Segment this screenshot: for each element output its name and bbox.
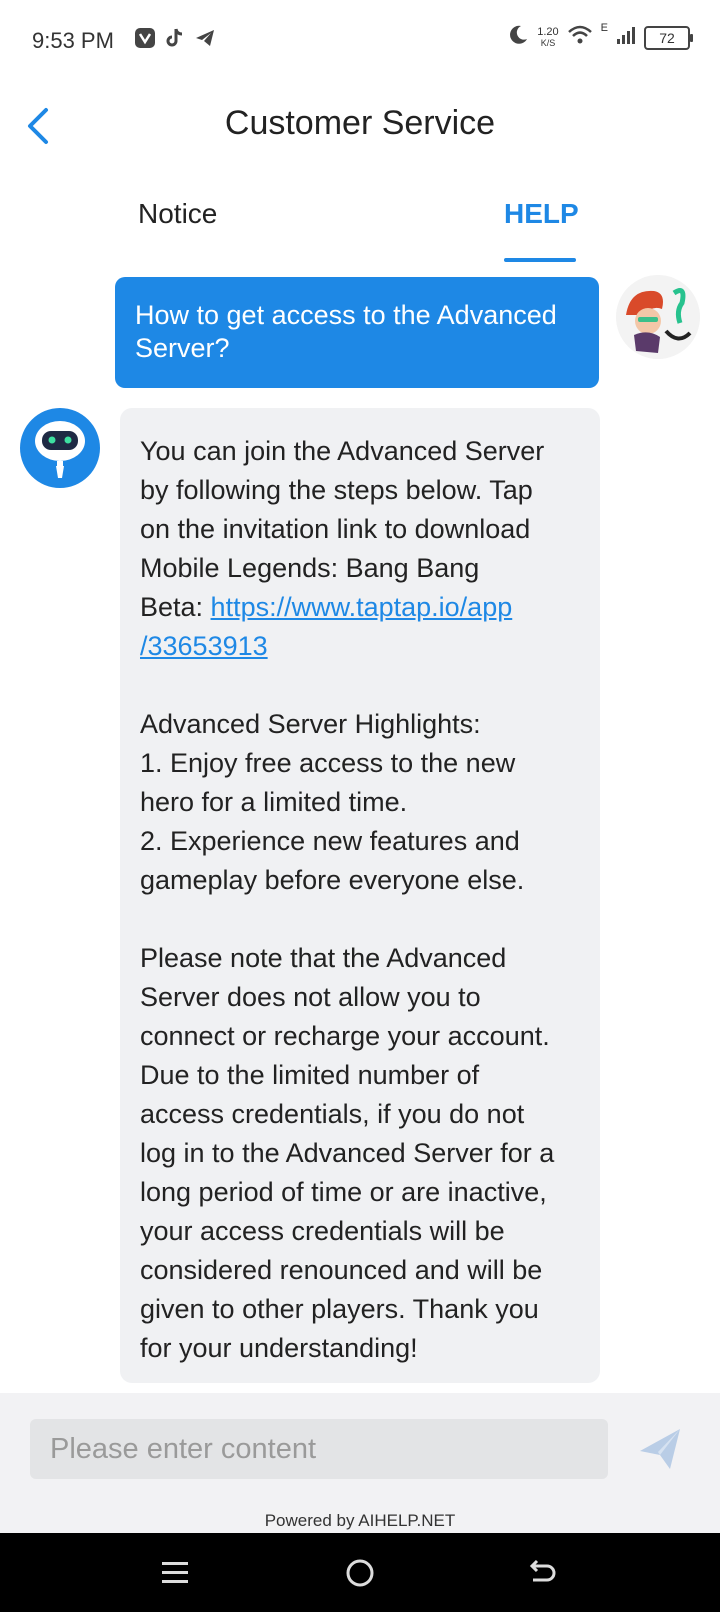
powered-by: Powered by AIHELP.NET xyxy=(264,1511,456,1530)
system-nav-bar xyxy=(0,1533,720,1612)
tiktok-icon xyxy=(164,27,186,49)
page-title: Customer Service xyxy=(224,104,496,142)
bot-text-line: by following the steps below. Tap xyxy=(140,475,533,505)
nav-back-button[interactable] xyxy=(524,1555,560,1591)
bot-text-line: connect or recharge your account. xyxy=(140,1021,550,1051)
home-icon xyxy=(346,1559,374,1587)
notification-icons xyxy=(134,27,216,49)
bot-text-line: Please note that the Advanced xyxy=(140,943,507,973)
signal-icon xyxy=(616,25,636,50)
bot-text-line: 2. Experience new features and xyxy=(140,826,520,856)
bot-text-line: Mobile Legends: Bang Bang xyxy=(140,553,480,583)
tab-notice[interactable]: Notice xyxy=(138,198,217,230)
invitation-link[interactable]: https://www.taptap.io/app xyxy=(211,592,513,622)
user-avatar xyxy=(616,275,700,359)
user-message-bubble: How to get access to the Advanced Server… xyxy=(115,277,599,388)
bot-text-line: long period of time or are inactive, xyxy=(140,1177,547,1207)
battery-indicator: 72 xyxy=(644,25,693,50)
link-prefix: Beta: xyxy=(140,592,211,622)
bot-text-line: access credentials, if you do not xyxy=(140,1099,525,1129)
bot-text-line: Due to the limited number of xyxy=(140,1060,480,1090)
telegram-icon xyxy=(194,27,216,49)
bot-text-line: given to other players. Thank you xyxy=(140,1294,539,1324)
bot-text-line: Server does not allow you to xyxy=(140,982,481,1012)
bot-text-line: hero for a limited time. xyxy=(140,787,408,817)
bot-text-line: gameplay before everyone else. xyxy=(140,865,525,895)
bot-message-bubble: You can join the Advanced Server by foll… xyxy=(120,408,600,1383)
bot-text-line: for your understanding! xyxy=(140,1333,418,1363)
status-bar: 9:53 PM 1.20 K/S E 72 xyxy=(0,0,720,82)
network-type: E xyxy=(600,22,608,34)
bot-text-line: 1. Enjoy free access to the new xyxy=(140,748,516,778)
menu-button[interactable] xyxy=(157,1555,193,1591)
highlights-title: Advanced Server Highlights: xyxy=(140,709,481,739)
active-tab-indicator xyxy=(504,258,576,262)
bot-avatar xyxy=(20,408,100,488)
bot-link-line: Beta: https://www.taptap.io/app xyxy=(140,588,580,627)
status-time: 9:53 PM xyxy=(32,28,114,53)
bot-link-line: /33653913 xyxy=(140,627,580,666)
messenger-icon xyxy=(134,27,156,49)
wifi-icon xyxy=(567,24,593,51)
send-button[interactable] xyxy=(636,1425,684,1473)
home-button[interactable] xyxy=(342,1555,378,1591)
network-speed: 1.20 K/S xyxy=(537,25,559,48)
bot-text-line: considered renounced and will be xyxy=(140,1255,543,1285)
bot-text-line: on the invitation link to download xyxy=(140,514,531,544)
status-right: 1.20 K/S E 72 xyxy=(507,22,693,51)
moon-icon xyxy=(507,24,529,51)
message-input[interactable] xyxy=(30,1419,608,1479)
back-arrow-icon xyxy=(529,1559,556,1582)
send-icon xyxy=(640,1429,680,1469)
invitation-link-continued[interactable]: /33653913 xyxy=(140,631,268,661)
tab-help[interactable]: HELP xyxy=(504,198,579,230)
bot-text-line: You can join the Advanced Server xyxy=(140,436,545,466)
input-area: Powered by AIHELP.NET xyxy=(0,1393,720,1533)
menu-icon xyxy=(162,1562,188,1583)
bot-text-line: log in to the Advanced Server for a xyxy=(140,1138,555,1168)
bot-text-line: your access credentials will be xyxy=(140,1216,505,1246)
